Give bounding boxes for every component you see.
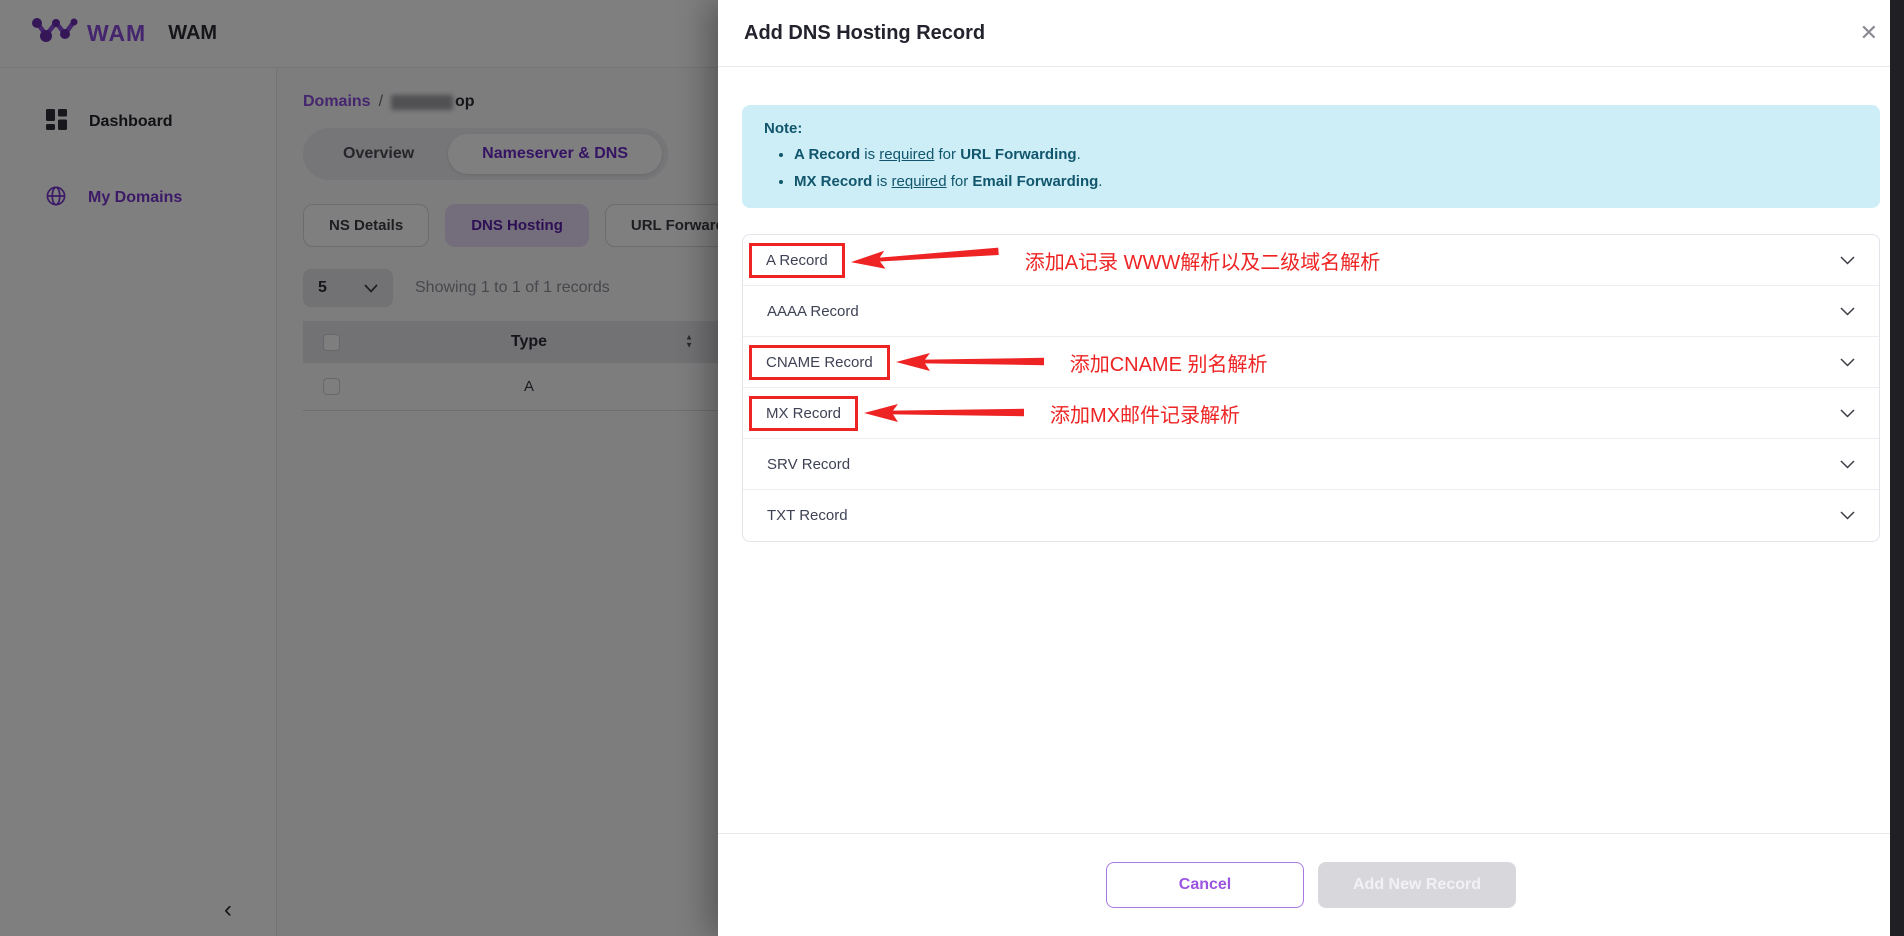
accordion-row-aaaa-record[interactable]: AAAA Record — [743, 286, 1879, 337]
note-callout: Note: A Record is required for URL Forwa… — [742, 105, 1880, 208]
modal-title: Add DNS Hosting Record — [744, 22, 985, 45]
accordion-row-label: MX Record — [766, 405, 841, 422]
note-heading: Note: — [764, 120, 1858, 137]
note-item: A Record is required for URL Forwarding. — [794, 144, 1858, 167]
accordion-row-mx-record[interactable]: MX Record 添加MX邮件记录解析 — [743, 388, 1879, 439]
note-list: A Record is required for URL Forwarding.… — [764, 144, 1858, 193]
accordion-row-label: TXT Record — [767, 507, 848, 524]
annotation-text: 添加CNAME 别名解析 — [1070, 348, 1268, 377]
annotation-arrow-icon — [894, 351, 1044, 373]
cancel-button[interactable]: Cancel — [1106, 862, 1304, 908]
annotation-highlight-box: CNAME Record — [749, 345, 890, 380]
chevron-down-icon — [1840, 358, 1855, 367]
add-new-record-button[interactable]: Add New Record — [1318, 862, 1516, 908]
accordion-row-label: A Record — [766, 252, 828, 269]
annotation-arrow-icon — [862, 402, 1024, 424]
accordion-row-label: AAAA Record — [767, 303, 859, 320]
annotation-text: 添加MX邮件记录解析 — [1050, 399, 1240, 428]
chevron-down-icon — [1840, 511, 1855, 520]
record-type-accordion: A Record 添加A记录 WWW解析以及二级域名解析 AAAA Record — [742, 234, 1880, 542]
add-dns-record-modal: Add DNS Hosting Record ✕ Note: A Record … — [718, 0, 1904, 936]
accordion-row-a-record[interactable]: A Record 添加A记录 WWW解析以及二级域名解析 — [743, 235, 1879, 286]
chevron-down-icon — [1840, 460, 1855, 469]
chevron-down-icon — [1840, 409, 1855, 418]
accordion-row-srv-record[interactable]: SRV Record — [743, 439, 1879, 490]
modal-header: Add DNS Hosting Record ✕ — [718, 0, 1904, 67]
modal-body: Note: A Record is required for URL Forwa… — [718, 67, 1904, 832]
accordion-row-label: CNAME Record — [766, 354, 873, 371]
modal-footer: Cancel Add New Record — [718, 833, 1904, 936]
annotation-arrow-icon — [848, 241, 999, 273]
close-icon[interactable]: ✕ — [1860, 22, 1878, 44]
chevron-down-icon — [1840, 256, 1855, 265]
page: WAM WAM Dashboard My — [0, 0, 1904, 936]
chevron-down-icon — [1840, 307, 1855, 316]
annotation-text: 添加A记录 WWW解析以及二级域名解析 — [1025, 246, 1381, 275]
annotation-highlight-box: A Record — [749, 243, 845, 278]
accordion-row-txt-record[interactable]: TXT Record — [743, 490, 1879, 541]
accordion-row-label: SRV Record — [767, 456, 850, 473]
note-item: MX Record is required for Email Forwardi… — [794, 171, 1858, 194]
annotation-highlight-box: MX Record — [749, 396, 858, 431]
accordion-row-cname-record[interactable]: CNAME Record 添加CNAME 别名解析 — [743, 337, 1879, 388]
window-edge-strip — [1890, 0, 1904, 936]
